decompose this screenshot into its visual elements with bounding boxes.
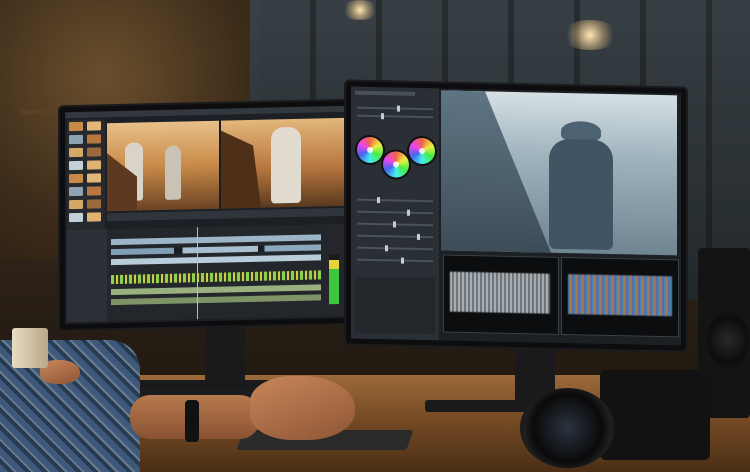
timeline-panel	[67, 223, 345, 323]
media-thumbnail[interactable]	[87, 134, 101, 144]
media-thumbnail[interactable]	[87, 160, 101, 170]
editor-top-bar	[65, 105, 347, 119]
right-monitor	[346, 81, 686, 351]
node-list	[355, 276, 435, 335]
media-thumbnail[interactable]	[69, 212, 83, 223]
media-thumbnail[interactable]	[69, 199, 83, 210]
astronaut-figure	[165, 145, 181, 200]
right-monitor-screen	[351, 86, 681, 346]
color-panel	[351, 86, 439, 341]
astronaut-figure	[271, 126, 301, 204]
color-wheel-midtones[interactable]	[383, 151, 409, 178]
coffee-cup	[12, 328, 48, 368]
media-thumbnail[interactable]	[87, 212, 101, 222]
astronaut-figure	[549, 138, 613, 251]
camera-body	[600, 370, 710, 460]
source-viewer	[107, 120, 219, 212]
rock-formation	[221, 130, 261, 209]
media-thumbnail[interactable]	[69, 121, 83, 132]
left-monitor	[60, 100, 352, 330]
media-thumbnail[interactable]	[69, 186, 83, 197]
media-thumbnail[interactable]	[69, 147, 83, 158]
track-headers	[67, 229, 107, 323]
parade-scope	[561, 256, 679, 338]
wristwatch	[185, 400, 199, 442]
adjust-slider[interactable]	[357, 113, 433, 120]
camera-lens	[520, 388, 615, 468]
media-thumbnail[interactable]	[69, 173, 83, 184]
audio-track	[111, 284, 321, 296]
media-thumbnail[interactable]	[87, 121, 101, 131]
audio-track	[111, 270, 321, 285]
left-monitor-stand	[205, 325, 245, 385]
color-wheel-shadows[interactable]	[357, 136, 383, 164]
ceiling-light	[560, 20, 620, 50]
grading-viewer	[441, 90, 677, 256]
panel-header	[355, 90, 415, 96]
video-track	[111, 254, 321, 266]
media-thumbnail[interactable]	[87, 186, 101, 196]
playhead[interactable]	[197, 227, 198, 320]
video-track	[111, 244, 321, 256]
right-hand-on-mouse	[250, 376, 355, 440]
adjust-slider[interactable]	[357, 233, 433, 240]
mountain-slope	[441, 90, 551, 252]
ceiling-light	[340, 0, 380, 20]
media-thumbnail[interactable]	[87, 199, 101, 209]
color-wheel-highlights[interactable]	[409, 137, 435, 165]
waveform-scope	[443, 254, 559, 335]
media-thumbnail[interactable]	[69, 134, 83, 145]
audio-meter	[329, 253, 339, 305]
adjust-slider[interactable]	[357, 245, 433, 252]
media-thumbnail[interactable]	[87, 147, 101, 157]
speaker-woofer	[708, 310, 748, 370]
audio-track	[111, 294, 321, 306]
video-track	[111, 234, 321, 246]
media-thumbnail[interactable]	[87, 173, 101, 183]
media-thumbnail[interactable]	[69, 160, 83, 171]
background-shelf	[20, 40, 210, 114]
adjust-slider[interactable]	[357, 105, 433, 112]
left-monitor-screen	[65, 105, 347, 325]
adjust-slider[interactable]	[357, 209, 433, 216]
media-bin	[67, 119, 105, 231]
editing-studio-scene	[0, 0, 750, 472]
program-viewer	[221, 117, 345, 209]
adjust-slider[interactable]	[357, 257, 433, 264]
adjust-slider[interactable]	[357, 197, 433, 204]
adjust-slider[interactable]	[357, 221, 433, 228]
